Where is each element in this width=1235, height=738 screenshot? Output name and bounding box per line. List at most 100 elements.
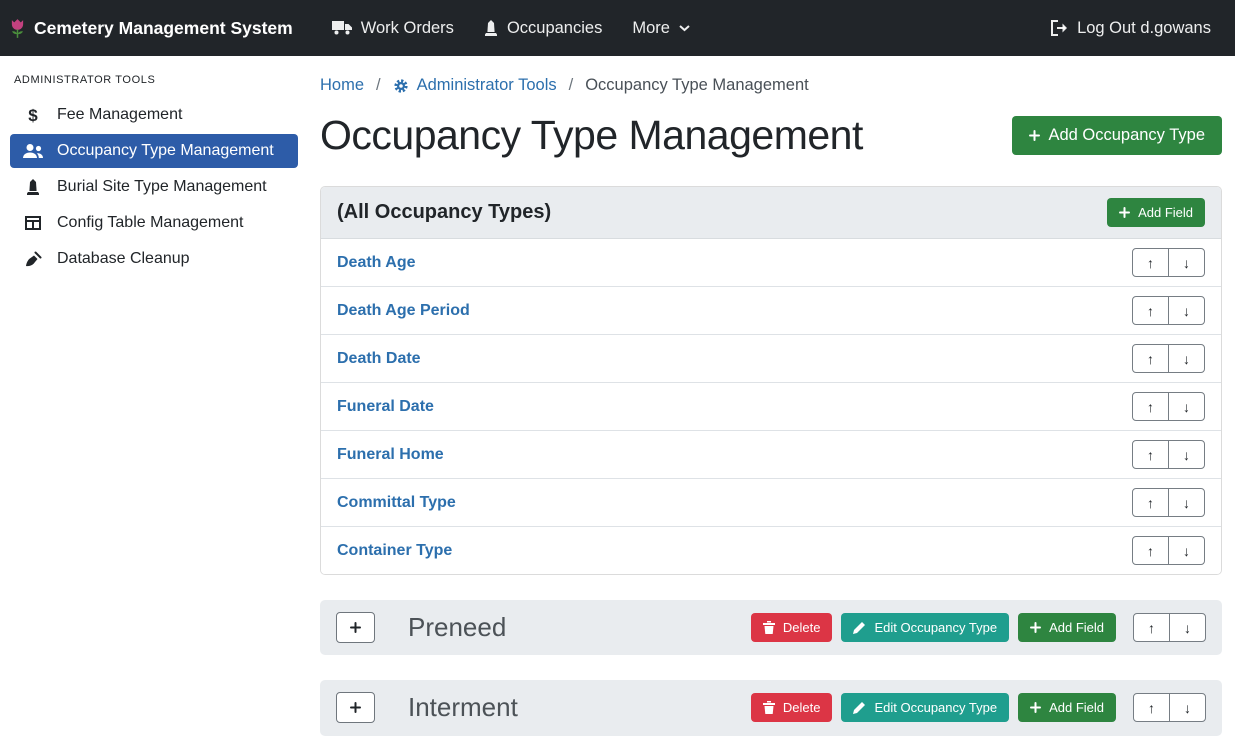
monument-icon bbox=[484, 20, 498, 36]
plus-icon bbox=[1030, 622, 1041, 633]
move-up-button[interactable]: ↑ bbox=[1133, 693, 1170, 722]
arrow-up-icon: ↑ bbox=[1147, 544, 1154, 558]
plus-icon bbox=[1029, 130, 1040, 141]
brand[interactable]: Cemetery Management System bbox=[10, 18, 293, 39]
delete-button[interactable]: Delete bbox=[751, 693, 833, 722]
plus-icon bbox=[1119, 207, 1130, 218]
arrow-down-icon: ↓ bbox=[1183, 496, 1190, 510]
table-icon bbox=[22, 216, 44, 230]
sidebar-item-config-table-management[interactable]: Config Table Management bbox=[10, 206, 298, 240]
field-link[interactable]: Death Date bbox=[337, 350, 421, 368]
move-down-button[interactable]: ↓ bbox=[1168, 248, 1205, 277]
move-down-button[interactable]: ↓ bbox=[1169, 613, 1206, 642]
broom-icon bbox=[22, 251, 44, 267]
move-down-button[interactable]: ↓ bbox=[1168, 344, 1205, 373]
section-title: Preneed bbox=[408, 612, 506, 643]
expand-button[interactable] bbox=[336, 612, 375, 643]
move-up-button[interactable]: ↑ bbox=[1132, 392, 1169, 421]
field-link[interactable]: Funeral Date bbox=[337, 398, 434, 416]
card-header: (All Occupancy Types) Add Field bbox=[321, 187, 1221, 239]
reorder-buttons: ↑↓ bbox=[1133, 693, 1206, 722]
move-up-button[interactable]: ↑ bbox=[1132, 248, 1169, 277]
move-up-button[interactable]: ↑ bbox=[1133, 613, 1170, 642]
page-title: Occupancy Type Management bbox=[320, 111, 863, 160]
move-down-button[interactable]: ↓ bbox=[1169, 693, 1206, 722]
logout-link[interactable]: Log Out d.gowans bbox=[1035, 0, 1211, 56]
add-field-button[interactable]: Add Field bbox=[1107, 198, 1205, 227]
field-row: Funeral Home ↑ ↓ bbox=[321, 431, 1221, 479]
arrow-down-icon: ↓ bbox=[1183, 400, 1190, 414]
plus-icon bbox=[350, 702, 361, 713]
add-field-button[interactable]: Add Field bbox=[1018, 613, 1116, 642]
field-link[interactable]: Container Type bbox=[337, 542, 452, 560]
reorder-buttons: ↑↓ bbox=[1132, 248, 1205, 277]
trash-icon bbox=[763, 621, 775, 634]
plus-icon bbox=[1030, 702, 1041, 713]
arrow-up-icon: ↑ bbox=[1147, 352, 1154, 366]
move-up-button[interactable]: ↑ bbox=[1132, 440, 1169, 469]
expand-button[interactable] bbox=[336, 692, 375, 723]
edit-occupancy-type-button[interactable]: Edit Occupancy Type bbox=[841, 693, 1009, 722]
add-occupancy-type-button[interactable]: Add Occupancy Type bbox=[1012, 116, 1222, 155]
breadcrumb-admin-tools-link[interactable]: Administrator Tools bbox=[393, 76, 557, 95]
arrow-up-icon: ↑ bbox=[1147, 256, 1154, 270]
move-down-button[interactable]: ↓ bbox=[1168, 440, 1205, 469]
sidebar-item-label: Occupancy Type Management bbox=[57, 142, 274, 160]
arrow-up-icon: ↑ bbox=[1148, 621, 1155, 635]
field-link[interactable]: Committal Type bbox=[337, 494, 456, 512]
section-actions: DeleteEdit Occupancy TypeAdd Field↑↓ bbox=[751, 693, 1206, 722]
sidebar-item-burial-site-type-management[interactable]: Burial Site Type Management bbox=[10, 170, 298, 204]
nav-more[interactable]: More bbox=[617, 0, 705, 56]
dollar-icon: $ bbox=[22, 107, 44, 124]
card-title: (All Occupancy Types) bbox=[337, 201, 551, 224]
move-down-button[interactable]: ↓ bbox=[1168, 296, 1205, 325]
nav-occupancies[interactable]: Occupancies bbox=[469, 0, 617, 56]
move-up-button[interactable]: ↑ bbox=[1132, 488, 1169, 517]
field-row: Container Type ↑ ↓ bbox=[321, 527, 1221, 574]
arrow-down-icon: ↓ bbox=[1184, 701, 1191, 715]
arrow-down-icon: ↓ bbox=[1184, 621, 1191, 635]
field-row: Death Age↑↓ bbox=[321, 239, 1221, 287]
arrow-up-icon: ↑ bbox=[1148, 701, 1155, 715]
move-up-button[interactable]: ↑ bbox=[1132, 296, 1169, 325]
breadcrumb-current: Occupancy Type Management bbox=[585, 76, 809, 95]
field-link[interactable]: Death Age bbox=[337, 254, 416, 272]
arrow-up-icon: ↑ bbox=[1147, 496, 1154, 510]
sidebar-header: ADMINISTRATOR TOOLS bbox=[0, 66, 308, 96]
brand-label: Cemetery Management System bbox=[34, 18, 293, 39]
arrow-up-icon: ↑ bbox=[1147, 304, 1154, 318]
edit-occupancy-type-button[interactable]: Edit Occupancy Type bbox=[841, 613, 1009, 642]
sidebar-item-database-cleanup[interactable]: Database Cleanup bbox=[10, 242, 298, 276]
sidebar-item-label: Fee Management bbox=[57, 106, 182, 124]
arrow-down-icon: ↓ bbox=[1183, 352, 1190, 366]
trash-icon bbox=[763, 701, 775, 714]
sidebar-item-fee-management[interactable]: $ Fee Management bbox=[10, 98, 298, 132]
arrow-up-icon: ↑ bbox=[1147, 400, 1154, 414]
reorder-buttons: ↑↓ bbox=[1132, 344, 1205, 373]
occupancy-type-section-preneed: Preneed Delete Edit Occupancy Type Add Fiel… bbox=[320, 600, 1222, 655]
field-row: Committal Type ↑ ↓ bbox=[321, 479, 1221, 527]
field-row: Death Age Period ↑ ↓ bbox=[321, 287, 1221, 335]
delete-button[interactable]: Delete bbox=[751, 613, 833, 642]
chevron-down-icon bbox=[679, 25, 690, 32]
move-down-button[interactable]: ↓ bbox=[1168, 536, 1205, 565]
arrow-down-icon: ↓ bbox=[1183, 256, 1190, 270]
move-up-button[interactable]: ↑ bbox=[1132, 344, 1169, 373]
sidebar-item-occupancy-type-management[interactable]: Occupancy Type Management bbox=[10, 134, 298, 168]
nav-work-orders[interactable]: Work Orders bbox=[317, 0, 469, 56]
move-up-button[interactable]: ↑ bbox=[1132, 536, 1169, 565]
reorder-buttons: ↑↓ bbox=[1133, 613, 1206, 642]
field-link[interactable]: Funeral Home bbox=[337, 446, 444, 464]
field-row: Funeral Date↑↓ bbox=[321, 383, 1221, 431]
breadcrumb-home-link[interactable]: Home bbox=[320, 76, 364, 95]
move-down-button[interactable]: ↓ bbox=[1168, 392, 1205, 421]
field-link[interactable]: Death Age Period bbox=[337, 302, 470, 320]
add-field-button[interactable]: Add Field bbox=[1018, 693, 1116, 722]
sidebar-item-label: Burial Site Type Management bbox=[57, 178, 267, 196]
reorder-buttons: ↑↓ bbox=[1132, 392, 1205, 421]
arrow-down-icon: ↓ bbox=[1183, 448, 1190, 462]
breadcrumb: Home / Administrator Tools / Occupancy T… bbox=[320, 70, 1222, 95]
move-down-button[interactable]: ↓ bbox=[1168, 488, 1205, 517]
all-occupancy-types-card: (All Occupancy Types) Add Field Death Ag… bbox=[320, 186, 1222, 575]
sidebar-item-label: Database Cleanup bbox=[57, 250, 190, 268]
